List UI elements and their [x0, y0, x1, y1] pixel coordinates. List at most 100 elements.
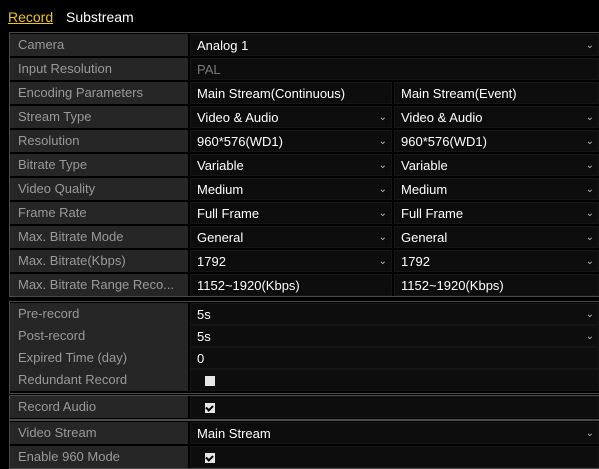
input-resolution-label: Input Resolution — [10, 58, 188, 80]
chevron-down-icon: ⌄ — [378, 256, 387, 267]
camera-row: Camera Analog 1 ⌄ — [10, 34, 599, 56]
max-bitrate-label: Max. Bitrate(Kbps) — [10, 250, 188, 272]
input-resolution-value: PAL — [190, 58, 599, 80]
chevron-down-icon: ⌄ — [585, 256, 594, 267]
bitrate-type-continuous-select[interactable]: Variable ⌄ — [190, 154, 392, 176]
max-bitrate-range-row: Max. Bitrate Range Reco... 1152~1920(Kbp… — [10, 274, 599, 296]
chevron-down-icon: ⌄ — [378, 184, 387, 195]
resolution-continuous-value: 960*576(WD1) — [197, 134, 283, 149]
chevron-down-icon: ⌄ — [585, 160, 594, 171]
chevron-down-icon: ⌄ — [585, 40, 594, 51]
max-bitrate-mode-continuous-value: General — [197, 230, 244, 245]
camera-select[interactable]: Analog 1 ⌄ — [190, 34, 599, 56]
chevron-down-icon: ⌄ — [378, 208, 387, 219]
record-audio-row: Record Audio — [10, 396, 599, 418]
frame-rate-row: Frame Rate Full Frame ⌄ Full Frame ⌄ — [10, 202, 599, 224]
chevron-down-icon: ⌄ — [585, 136, 594, 147]
chevron-down-icon: ⌄ — [378, 160, 387, 171]
max-bitrate-range-continuous-value: 1152~1920(Kbps) — [190, 274, 392, 296]
input-resolution-row: Input Resolution PAL — [10, 58, 599, 80]
tab-substream[interactable]: Substream — [66, 9, 134, 25]
resolution-continuous-select[interactable]: 960*576(WD1) ⌄ — [190, 130, 392, 152]
resolution-row: Resolution 960*576(WD1) ⌄ 960*576(WD1) ⌄ — [10, 130, 599, 152]
chevron-down-icon: ⌄ — [585, 331, 594, 342]
video-stream-select[interactable]: Main Stream ⌄ — [190, 422, 599, 444]
enable-960-label: Enable 960 Mode — [10, 446, 188, 468]
post-record-select[interactable]: 5s ⌄ — [190, 325, 599, 347]
expired-time-input[interactable]: 0 — [190, 347, 599, 369]
redundant-record-label: Redundant Record — [10, 369, 188, 391]
record-audio-checkbox[interactable] — [205, 403, 215, 413]
pre-record-select[interactable]: 5s ⌄ — [190, 303, 599, 325]
max-bitrate-row: Max. Bitrate(Kbps) 1792 ⌄ 1792 ⌄ — [10, 250, 599, 272]
max-bitrate-mode-event-value: General — [401, 230, 448, 245]
chevron-down-icon: ⌄ — [378, 112, 387, 123]
video-quality-label: Video Quality — [10, 178, 188, 200]
redundant-record-checkbox[interactable] — [205, 376, 215, 386]
video-quality-continuous-select[interactable]: Medium ⌄ — [190, 178, 392, 200]
chevron-down-icon: ⌄ — [585, 184, 594, 195]
chevron-down-icon: ⌄ — [378, 232, 387, 243]
record-timing-panel: Pre-record 5s ⌄ Post-record 5s ⌄ Expired… — [9, 301, 599, 394]
frame-rate-label: Frame Rate — [10, 202, 188, 224]
resolution-label: Resolution — [10, 130, 188, 152]
max-bitrate-continuous-value: 1792 — [197, 254, 226, 269]
record-audio-field — [190, 396, 599, 418]
frame-rate-continuous-value: Full Frame — [197, 206, 260, 221]
video-quality-continuous-value: Medium — [197, 182, 244, 197]
frame-rate-continuous-select[interactable]: Full Frame ⌄ — [190, 202, 392, 224]
expired-time-label: Expired Time (day) — [10, 347, 188, 369]
chevron-down-icon: ⌄ — [585, 428, 594, 439]
enable-960-field — [190, 446, 599, 468]
chevron-down-icon: ⌄ — [585, 112, 594, 123]
enable-960-row: Enable 960 Mode — [10, 446, 599, 468]
bitrate-type-label: Bitrate Type — [10, 154, 188, 176]
chevron-down-icon: ⌄ — [585, 208, 594, 219]
max-bitrate-range-event-value: 1152~1920(Kbps) — [394, 274, 599, 296]
video-stream-row: Video Stream Main Stream ⌄ — [10, 422, 599, 444]
post-record-value: 5s — [197, 329, 211, 344]
frame-rate-event-select[interactable]: Full Frame ⌄ — [394, 202, 599, 224]
post-record-label: Post-record — [10, 325, 188, 347]
encoding-parameters-label: Encoding Parameters — [10, 82, 188, 104]
max-bitrate-mode-continuous-select[interactable]: General ⌄ — [190, 226, 392, 248]
enable-960-checkbox[interactable] — [205, 453, 215, 463]
redundant-record-field — [190, 369, 599, 391]
stream-type-event-select[interactable]: Video & Audio ⌄ — [394, 106, 599, 128]
frame-rate-event-value: Full Frame — [401, 206, 464, 221]
chevron-down-icon: ⌄ — [585, 232, 594, 243]
camera-value: Analog 1 — [197, 38, 249, 53]
max-bitrate-mode-event-select[interactable]: General ⌄ — [394, 226, 599, 248]
video-quality-event-value: Medium — [401, 182, 448, 197]
stream-type-continuous-select[interactable]: Video & Audio ⌄ — [190, 106, 392, 128]
bitrate-type-event-select[interactable]: Variable ⌄ — [394, 154, 599, 176]
max-bitrate-mode-label: Max. Bitrate Mode — [10, 226, 188, 248]
bitrate-type-row: Bitrate Type Variable ⌄ Variable ⌄ — [10, 154, 599, 176]
encoding-parameters-row: Encoding Parameters Main Stream(Continuo… — [10, 82, 599, 104]
encoding-panel: Camera Analog 1 ⌄ Input Resolution PAL E… — [9, 32, 599, 297]
stream-type-event-value: Video & Audio — [401, 110, 483, 125]
video-quality-event-select[interactable]: Medium ⌄ — [394, 178, 599, 200]
max-bitrate-event-select[interactable]: 1792 ⌄ — [394, 250, 599, 272]
max-bitrate-mode-row: Max. Bitrate Mode General ⌄ General ⌄ — [10, 226, 599, 248]
chevron-down-icon: ⌄ — [585, 309, 594, 320]
stream-type-continuous-value: Video & Audio — [197, 110, 279, 125]
chevron-down-icon: ⌄ — [378, 136, 387, 147]
pre-record-row: Pre-record 5s ⌄ — [10, 303, 599, 325]
video-stream-panel: Video Stream Main Stream ⌄ Enable 960 Mo… — [9, 420, 599, 469]
redundant-record-row: Redundant Record — [10, 369, 599, 391]
tab-record[interactable]: Record — [8, 9, 53, 25]
tab-bar: Record Substream — [0, 0, 599, 28]
video-stream-label: Video Stream — [10, 422, 188, 444]
expired-time-row: Expired Time (day) 0 — [10, 347, 599, 369]
main-stream-continuous-header: Main Stream(Continuous) — [190, 82, 392, 104]
video-quality-row: Video Quality Medium ⌄ Medium ⌄ — [10, 178, 599, 200]
max-bitrate-continuous-select[interactable]: 1792 ⌄ — [190, 250, 392, 272]
resolution-event-select[interactable]: 960*576(WD1) ⌄ — [394, 130, 599, 152]
audio-panel: Record Audio — [9, 395, 599, 420]
bitrate-type-event-value: Variable — [401, 158, 448, 173]
pre-record-label: Pre-record — [10, 303, 188, 325]
camera-label: Camera — [10, 34, 188, 56]
bitrate-type-continuous-value: Variable — [197, 158, 244, 173]
stream-type-label: Stream Type — [10, 106, 188, 128]
